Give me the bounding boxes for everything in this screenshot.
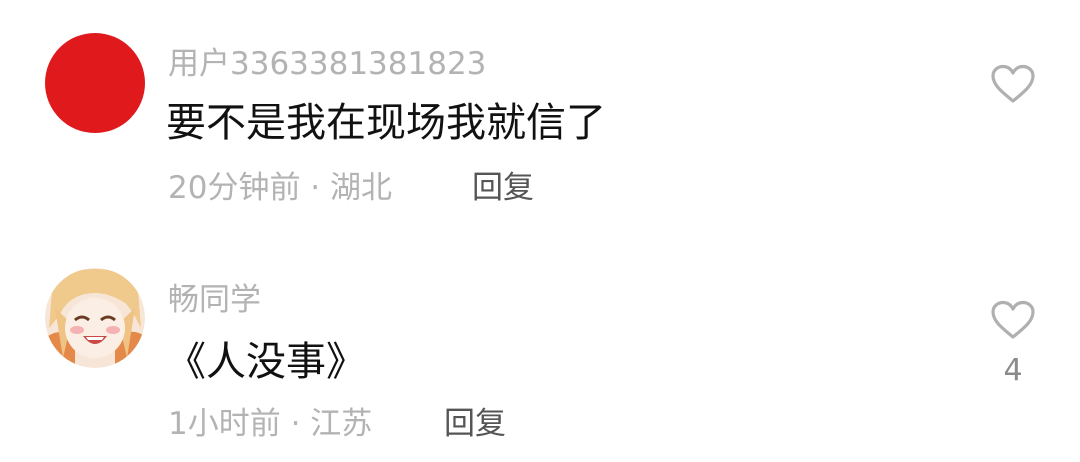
like-button[interactable] [990,300,1036,340]
anime-girl-avatar-icon [45,268,145,368]
heart-outline-icon [991,300,1035,339]
comment-text: 要不是我在现场我就信了 [166,100,606,146]
like-count: 4 [1003,353,1023,388]
comment-item: 畅同学 《人没事》 1小时前 · 江苏 回复 4 [0,231,1080,462]
comment-username[interactable]: 畅同学 [168,274,261,319]
heart-outline-icon [991,64,1035,103]
reply-button[interactable]: 回复 [472,162,534,207]
comment-meta: 1小时前 · 江苏 [168,406,373,442]
avatar[interactable] [45,33,145,133]
comment-meta: 20分钟前 · 湖北 [168,170,393,206]
comment-item: 用户3363381381823 要不是我在现场我就信了 20分钟前 · 湖北 回… [0,0,1080,231]
like-button[interactable] [990,64,1036,104]
comment-username[interactable]: 用户3363381381823 [168,38,486,83]
comment-text: 《人没事》 [166,339,366,385]
avatar[interactable] [45,268,145,368]
reply-button[interactable]: 回复 [444,398,506,443]
